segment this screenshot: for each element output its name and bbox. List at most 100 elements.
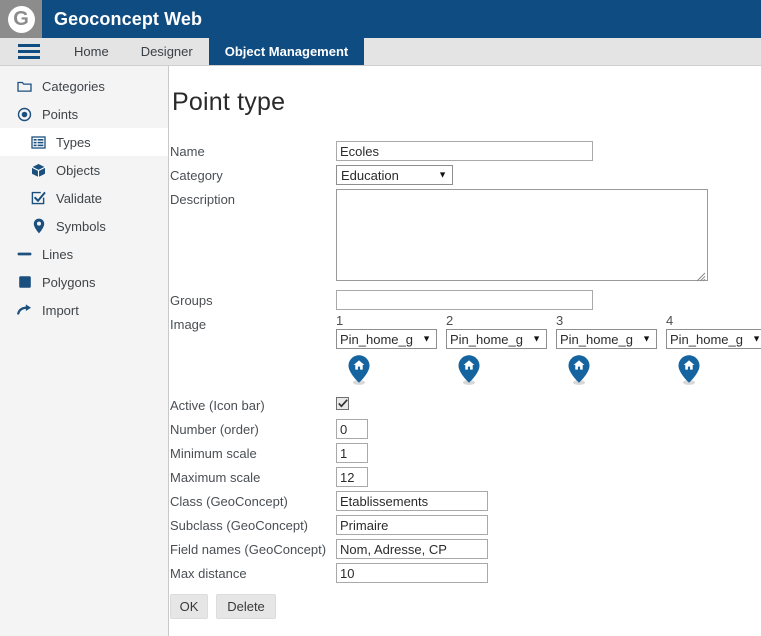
image-slot-index: 2: [446, 313, 454, 328]
max-scale-input[interactable]: [336, 467, 368, 487]
app-title: Geoconcept Web: [54, 8, 203, 29]
tab-home[interactable]: Home: [58, 38, 125, 65]
field-names-label: Field names (GeoConcept): [170, 542, 327, 557]
form-row-class: Class (GeoConcept): [170, 491, 761, 511]
form-row-subclass: Subclass (GeoConcept): [170, 515, 761, 535]
form-actions: OK Delete: [170, 594, 761, 619]
form-row-active: Active (Icon bar): [170, 395, 761, 413]
folder-icon: [16, 78, 33, 95]
cube-box-icon: [30, 162, 47, 179]
class-label: Class (GeoConcept): [170, 494, 288, 509]
geoconcept-logo: G: [0, 0, 42, 38]
hamburger-bar: [18, 44, 40, 47]
map-pin-home-icon: [556, 354, 661, 389]
description-wrapper: [336, 189, 708, 284]
image-select-wrapper: Pin_home_g ▼: [446, 329, 547, 349]
image-select-wrapper: Pin_home_g ▼: [556, 329, 657, 349]
application-window: G Geoconcept Web Home Designer Object Ma…: [0, 0, 761, 636]
image-slot-index: 4: [666, 313, 674, 328]
line-dash-icon: [16, 246, 33, 263]
min-scale-label: Minimum scale: [170, 446, 257, 461]
class-input[interactable]: [336, 491, 488, 511]
image-label: Image: [170, 317, 207, 332]
checkmark-icon: [337, 399, 348, 408]
sidebar-item-label: Import: [42, 302, 79, 318]
sidebar-item-import[interactable]: Import: [0, 296, 168, 324]
min-scale-input[interactable]: [336, 443, 368, 463]
sidebar-item-objects[interactable]: Objects: [0, 156, 168, 184]
hamburger-menu-icon[interactable]: [0, 38, 58, 65]
active-label: Active (Icon bar): [170, 398, 265, 413]
tab-object-management[interactable]: Object Management: [208, 38, 365, 65]
image-select-4[interactable]: Pin_home_g: [666, 329, 761, 349]
category-label: Category: [170, 168, 223, 183]
form-row-description: Description: [170, 189, 761, 284]
geoconcept-g-logo-icon: G: [7, 5, 35, 33]
point-target-icon: [16, 106, 33, 123]
sidebar-item-types[interactable]: Types: [0, 128, 168, 156]
name-label: Name: [170, 144, 205, 159]
image-slot: 2 Pin_home_g ▼: [446, 314, 551, 389]
point-type-form: Name Category Education ▼: [170, 141, 761, 619]
filled-square-icon: [16, 274, 33, 291]
image-slot-index: 3: [556, 313, 564, 328]
form-row-groups: Groups: [170, 290, 761, 310]
sidebar-navigation: Categories Points Types Objects Validate: [0, 66, 169, 636]
field-names-input[interactable]: [336, 539, 488, 559]
image-select-3[interactable]: Pin_home_g: [556, 329, 657, 349]
map-pin-home-icon: [336, 354, 441, 389]
number-input[interactable]: [336, 419, 368, 439]
subclass-input[interactable]: [336, 515, 488, 535]
sidebar-item-categories[interactable]: Categories: [0, 72, 168, 100]
image-select-2[interactable]: Pin_home_g: [446, 329, 547, 349]
sidebar-item-label: Objects: [56, 162, 101, 178]
form-row-number: Number (order): [170, 419, 761, 439]
groups-input[interactable]: [336, 290, 593, 310]
sidebar-item-label: Categories: [42, 78, 105, 94]
map-pin-home-icon: [666, 354, 761, 389]
active-checkbox[interactable]: [336, 397, 349, 410]
arrow-import-icon: [16, 302, 33, 319]
brand-header-bar: G Geoconcept Web: [0, 0, 761, 38]
sidebar-item-polygons[interactable]: Polygons: [0, 268, 168, 296]
sidebar-item-validate[interactable]: Validate: [0, 184, 168, 212]
form-row-max-distance: Max distance: [170, 563, 761, 583]
delete-button[interactable]: Delete: [216, 594, 276, 619]
image-select-1[interactable]: Pin_home_g: [336, 329, 437, 349]
sidebar-item-label: Symbols: [56, 218, 106, 234]
ok-button[interactable]: OK: [170, 594, 208, 619]
image-slot: 3 Pin_home_g ▼: [556, 314, 661, 389]
sidebar-item-label: Lines: [42, 246, 74, 262]
sidebar-item-points[interactable]: Points: [0, 100, 168, 128]
form-row-min-scale: Minimum scale: [170, 443, 761, 463]
number-label: Number (order): [170, 422, 259, 437]
image-slot-index: 1: [336, 313, 344, 328]
list-table-icon: [30, 134, 47, 151]
max-distance-input[interactable]: [336, 563, 488, 583]
max-scale-label: Maximum scale: [170, 470, 261, 485]
image-select-wrapper: Pin_home_g ▼: [666, 329, 761, 349]
map-pin-icon: [30, 218, 47, 235]
sidebar-item-label: Types: [56, 134, 91, 150]
sidebar-item-label: Validate: [56, 190, 103, 206]
sidebar-item-symbols[interactable]: Symbols: [0, 212, 168, 240]
form-row-name: Name: [170, 141, 761, 161]
main-content-panel: Point type Name Category Education ▼: [170, 66, 761, 636]
image-slot: 1 Pin_home_g ▼: [336, 314, 441, 389]
sidebar-item-label: Polygons: [42, 274, 96, 290]
hamburger-bar: [18, 56, 40, 59]
image-select-wrapper: Pin_home_g ▼: [336, 329, 437, 349]
description-textarea[interactable]: [336, 189, 708, 281]
form-row-field-names: Field names (GeoConcept): [170, 539, 761, 559]
form-row-image: Image 1 Pin_home_g ▼ 2 Pin_home_g ▼ 3 Pi…: [170, 314, 761, 389]
name-input[interactable]: [336, 141, 593, 161]
description-label: Description: [170, 192, 236, 207]
category-select[interactable]: Education: [336, 165, 453, 185]
main-tab-bar: Home Designer Object Management: [0, 38, 761, 66]
form-row-category: Category Education ▼: [170, 165, 761, 185]
form-row-max-scale: Maximum scale: [170, 467, 761, 487]
image-slot: 4 Pin_home_g ▼: [666, 314, 761, 389]
tab-designer[interactable]: Designer: [125, 38, 209, 65]
subclass-label: Subclass (GeoConcept): [170, 518, 309, 533]
sidebar-item-lines[interactable]: Lines: [0, 240, 168, 268]
